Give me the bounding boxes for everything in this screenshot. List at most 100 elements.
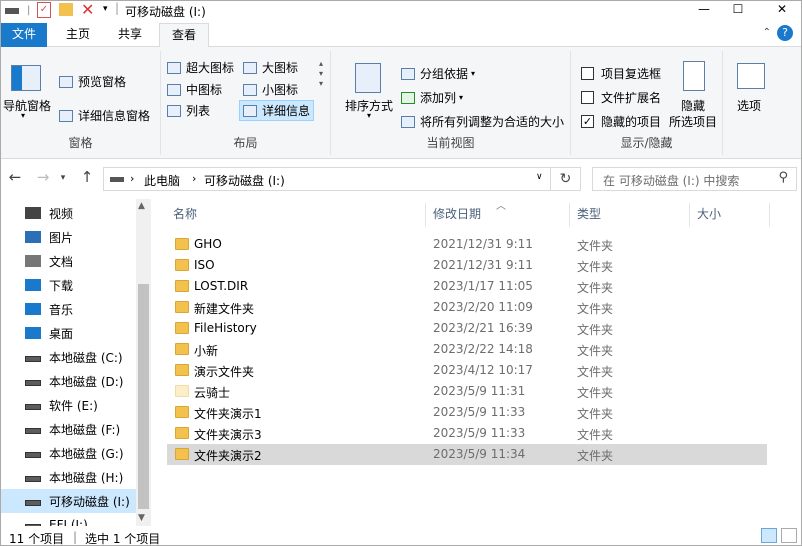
extra-large-icons-option[interactable]: 超大图标 <box>167 59 234 76</box>
column-divider[interactable] <box>425 203 426 227</box>
nav-item-label: EFI (J:) <box>49 518 88 526</box>
nav-item[interactable]: 桌面 <box>1 321 136 345</box>
options-group: 选项 <box>723 51 779 155</box>
nav-item-label: 下载 <box>49 278 74 293</box>
breadcrumb-this-pc[interactable]: 此电脑 <box>144 172 180 189</box>
file-row[interactable]: GHO 2021/12/31 9:11 文件夹 <box>167 234 767 255</box>
details-view-icon <box>243 104 257 117</box>
nav-item[interactable]: 音乐 <box>1 297 136 321</box>
column-size[interactable]: 大小 <box>697 205 721 229</box>
column-type[interactable]: 类型 <box>577 205 601 229</box>
size-all-columns-button[interactable]: 将所有列调整为合适的大小 <box>401 113 564 130</box>
tab-file[interactable]: 文件 <box>1 23 47 47</box>
item-checkboxes-checkbox[interactable] <box>581 67 594 80</box>
column-modified[interactable]: 修改日期 <box>433 205 481 229</box>
forward-button[interactable]: → <box>33 168 53 186</box>
options-button[interactable]: 选项 <box>737 97 761 114</box>
file-row[interactable]: LOST.DIR 2023/1/17 11:05 文件夹 <box>167 276 767 297</box>
file-row[interactable]: FileHistory 2023/2/21 16:39 文件夹 <box>167 318 767 339</box>
scrollbar-thumb[interactable] <box>138 284 149 509</box>
search-box[interactable]: 在 可移动磁盘 (I:) 中搜索 ⚲ <box>592 167 797 191</box>
show-hide-group-label: 显示/隐藏 <box>620 136 673 150</box>
address-dropdown-icon[interactable]: ∨ <box>536 172 543 182</box>
video-icon <box>25 207 41 219</box>
details-pane-button[interactable]: 详细信息窗格 <box>59 107 150 124</box>
help-icon[interactable]: ? <box>777 25 793 41</box>
large-icons-view-button[interactable] <box>781 528 797 543</box>
hide-selected-label-1[interactable]: 隐藏 <box>681 97 705 114</box>
minimize-button[interactable]: — <box>689 1 719 19</box>
file-extensions-checkbox[interactable] <box>581 91 594 104</box>
file-row[interactable]: 文件夹演示2 2023/5/9 11:34 文件夹 <box>167 444 767 465</box>
tab-home[interactable]: 主页 <box>57 23 99 47</box>
nav-item[interactable]: EFI (J:) <box>1 513 136 526</box>
nav-item[interactable]: 本地磁盘 (D:) <box>1 369 136 393</box>
nav-item[interactable]: 本地磁盘 (C:) <box>1 345 136 369</box>
list-option[interactable]: 列表 <box>167 102 210 119</box>
address-bar[interactable]: › 此电脑 › 可移动磁盘 (I:) ∨ <box>103 167 551 191</box>
nav-item[interactable]: 本地磁盘 (H:) <box>1 465 136 489</box>
delete-icon[interactable]: ✕ <box>81 1 94 19</box>
column-divider[interactable] <box>569 203 570 227</box>
file-name: GHO <box>194 237 222 251</box>
nav-item[interactable]: 图片 <box>1 225 136 249</box>
column-name[interactable]: 名称 <box>173 205 197 229</box>
group-by-button[interactable]: 分组依据 ▾ <box>401 65 475 82</box>
nav-item[interactable]: 文档 <box>1 249 136 273</box>
list-label: 列表 <box>186 104 211 118</box>
item-checkboxes-toggle[interactable]: 项目复选框 <box>581 65 661 82</box>
nav-item[interactable]: 视频 <box>1 201 136 225</box>
file-row[interactable]: 云骑士 2023/5/9 11:31 文件夹 <box>167 381 767 402</box>
hidden-items-checkbox[interactable]: ✓ <box>581 115 594 128</box>
nav-item[interactable]: 软件 (E:) <box>1 393 136 417</box>
customize-qat-icon[interactable]: ▾ <box>103 4 108 14</box>
column-divider[interactable] <box>689 203 690 227</box>
breadcrumb-current[interactable]: 可移动磁盘 (I:) <box>204 172 285 189</box>
scroll-down-icon[interactable]: ▼ <box>138 513 145 523</box>
tab-view[interactable]: 查看 <box>159 23 209 48</box>
file-extensions-toggle[interactable]: 文件扩展名 <box>581 89 661 106</box>
maximize-button[interactable]: ☐ <box>723 1 753 19</box>
nav-item[interactable]: 可移动磁盘 (I:) <box>1 489 136 513</box>
properties-icon[interactable]: ✓ <box>37 2 51 18</box>
hidden-items-toggle[interactable]: ✓ 隐藏的项目 <box>581 113 661 130</box>
file-row[interactable]: 文件夹演示3 2023/5/9 11:33 文件夹 <box>167 423 767 444</box>
new-folder-icon[interactable] <box>59 3 73 16</box>
file-row[interactable]: ISO 2021/12/31 9:11 文件夹 <box>167 255 767 276</box>
hide-selected-label-2[interactable]: 所选项目 <box>669 113 717 130</box>
navigation-scrollbar[interactable]: ▲ ▼ <box>136 199 151 526</box>
file-row[interactable]: 文件夹演示1 2023/5/9 11:33 文件夹 <box>167 402 767 423</box>
back-button[interactable]: ← <box>5 168 25 186</box>
file-row[interactable]: 演示文件夹 2023/4/12 10:17 文件夹 <box>167 360 767 381</box>
layout-group: 超大图标 大图标 中图标 小图标 列表 详细信息 ▴ ▾ ▾ 布局 <box>161 51 331 155</box>
folder-icon <box>175 322 189 334</box>
preview-pane-button[interactable]: 预览窗格 <box>59 73 126 90</box>
add-columns-button[interactable]: 添加列 ▾ <box>401 89 463 106</box>
recent-locations-icon[interactable]: ▾ <box>53 173 73 183</box>
nav-item[interactable]: 下载 <box>1 273 136 297</box>
drive-icon <box>110 177 124 182</box>
large-icons-option[interactable]: 大图标 <box>243 59 298 76</box>
details-option[interactable]: 详细信息 <box>239 100 315 121</box>
drive-title-icon <box>5 8 19 14</box>
small-icons-option[interactable]: 小图标 <box>243 81 298 98</box>
drive-icon <box>25 452 41 458</box>
layout-scroll-icon[interactable]: ▴ ▾ ▾ <box>319 59 323 89</box>
navigation-pane-button[interactable]: 导航窗格 <box>3 97 51 114</box>
tab-share[interactable]: 共享 <box>109 23 151 47</box>
item-checkboxes-label: 项目复选框 <box>601 67 662 81</box>
file-modified: 2023/5/9 11:31 <box>433 384 526 398</box>
medium-icons-option[interactable]: 中图标 <box>167 81 222 98</box>
scroll-up-icon[interactable]: ▲ <box>138 201 145 211</box>
close-button[interactable]: ✕ <box>767 1 797 19</box>
file-row[interactable]: 小新 2023/2/22 14:18 文件夹 <box>167 339 767 360</box>
up-button[interactable]: ↑ <box>77 168 97 186</box>
details-view-button[interactable] <box>761 528 777 543</box>
refresh-button[interactable]: ↻ <box>551 167 581 191</box>
large-icons-label: 大图标 <box>262 61 299 75</box>
file-row[interactable]: 新建文件夹 2023/2/20 11:09 文件夹 <box>167 297 767 318</box>
collapse-ribbon-icon[interactable]: ⌃ <box>763 27 771 38</box>
column-divider[interactable] <box>769 203 770 227</box>
nav-item[interactable]: 本地磁盘 (F:) <box>1 417 136 441</box>
nav-item[interactable]: 本地磁盘 (G:) <box>1 441 136 465</box>
